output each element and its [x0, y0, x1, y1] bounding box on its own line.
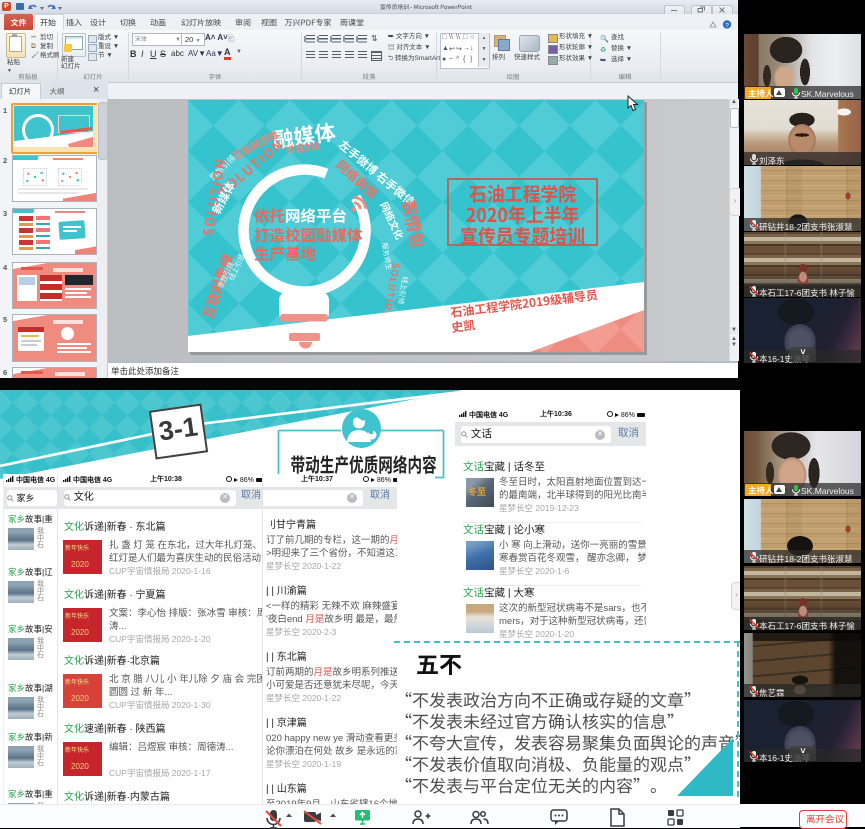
svg-text:?: ? — [725, 22, 729, 29]
